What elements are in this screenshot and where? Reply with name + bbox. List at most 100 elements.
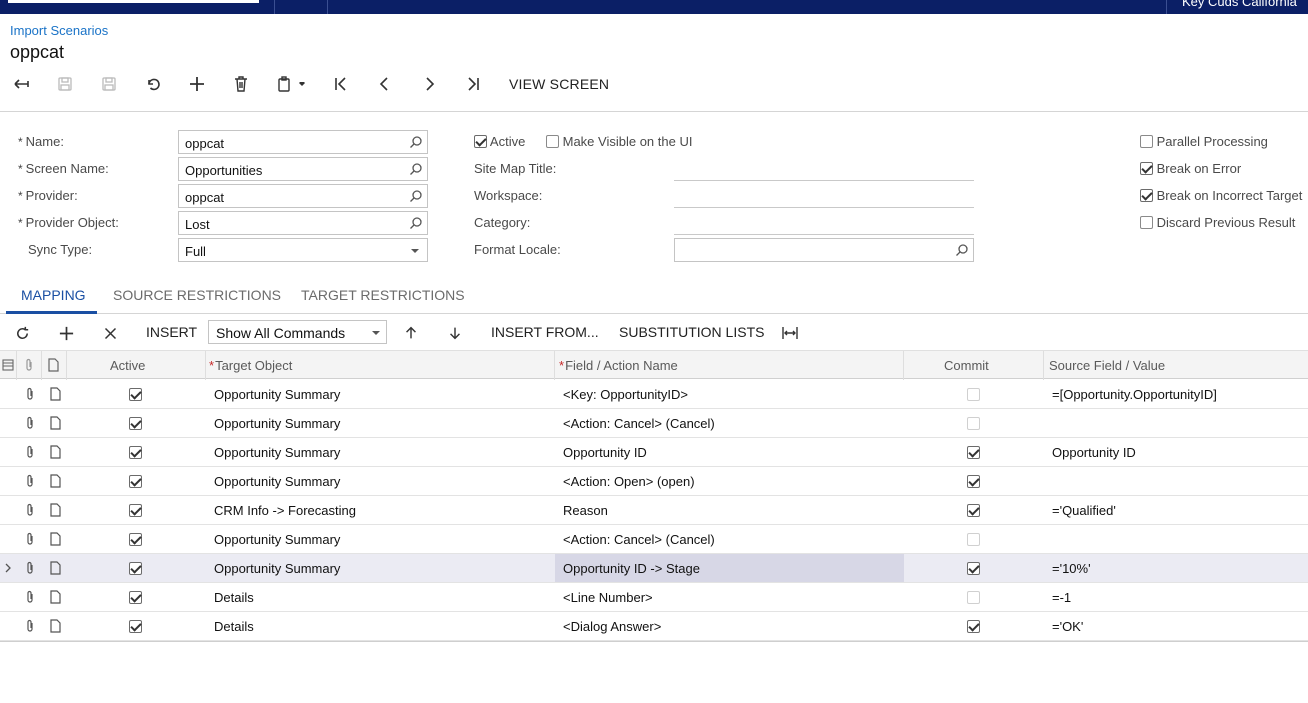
target-object-cell[interactable]: Opportunity Summary xyxy=(214,387,340,402)
note-icon[interactable] xyxy=(48,416,62,430)
attachment-icon[interactable] xyxy=(23,445,37,459)
checkbox[interactable] xyxy=(1140,135,1153,148)
next-icon[interactable] xyxy=(415,70,443,98)
active-checkbox[interactable] xyxy=(129,475,142,488)
source-field-value-cell[interactable]: =-1 xyxy=(1052,590,1071,605)
field-action-name-cell[interactable]: <Action: Open> (open) xyxy=(563,474,695,489)
field-action-name-cell[interactable]: <Action: Cancel> (Cancel) xyxy=(563,532,715,547)
refresh-icon[interactable] xyxy=(11,322,33,344)
move-down-icon[interactable] xyxy=(444,322,466,344)
insert-button[interactable]: INSERT xyxy=(146,324,197,340)
source-field-value-cell[interactable]: ='Qualified' xyxy=(1052,503,1116,518)
previous-icon[interactable] xyxy=(371,70,399,98)
add-icon[interactable] xyxy=(183,70,211,98)
attachment-icon[interactable] xyxy=(23,590,37,604)
note-icon[interactable] xyxy=(48,590,62,604)
target-object-cell[interactable]: CRM Info -> Forecasting xyxy=(214,503,356,518)
attachment-icon[interactable] xyxy=(23,387,37,401)
table-row[interactable]: Opportunity Summary Opportunity ID -> Sta… xyxy=(0,554,1308,583)
workspace-field[interactable] xyxy=(674,207,974,208)
active-checkbox[interactable] xyxy=(129,446,142,459)
source-field-value-cell[interactable]: ='OK' xyxy=(1052,619,1083,634)
delete-icon[interactable] xyxy=(227,70,255,98)
table-row[interactable]: CRM Info -> Forecasting Reason ='Qualified… xyxy=(0,496,1308,525)
source-field-value-cell[interactable]: ='10%' xyxy=(1052,561,1091,576)
table-row[interactable]: Opportunity Summary <Action: Cancel> (Can… xyxy=(0,525,1308,554)
save-icon[interactable] xyxy=(95,70,123,98)
column-header-commit[interactable]: Commit xyxy=(944,358,989,373)
substitution-lists-button[interactable]: SUBSTITUTION LISTS xyxy=(619,324,764,340)
view-screen-button[interactable]: VIEW SCREEN xyxy=(509,76,609,92)
format-locale-field[interactable] xyxy=(674,238,974,262)
note-icon[interactable] xyxy=(48,619,62,633)
column-header-source-field-value[interactable]: Source Field / Value xyxy=(1049,358,1165,373)
delete-row-icon[interactable] xyxy=(99,322,121,344)
table-row[interactable]: Opportunity Summary <Key: OpportunityID> =… xyxy=(0,380,1308,409)
provider-field[interactable]: oppcat xyxy=(178,184,428,208)
logo[interactable] xyxy=(8,0,259,3)
sync-type-select[interactable]: Full xyxy=(178,238,428,262)
checkbox[interactable] xyxy=(1140,189,1153,202)
field-action-name-cell[interactable]: <Key: OpportunityID> xyxy=(563,387,688,402)
tab-mapping[interactable]: MAPPING xyxy=(21,287,86,303)
note-icon[interactable] xyxy=(48,474,62,488)
commit-checkbox[interactable] xyxy=(967,533,980,546)
field-action-name-cell[interactable]: Reason xyxy=(563,503,608,518)
table-row[interactable]: Opportunity Summary <Action: Open> (open) xyxy=(0,467,1308,496)
active-checkbox[interactable]: Active xyxy=(474,134,525,149)
screen-name-field[interactable]: Opportunities xyxy=(178,157,428,181)
target-object-cell[interactable]: Opportunity Summary xyxy=(214,532,340,547)
note-icon[interactable] xyxy=(48,387,62,401)
category-field[interactable] xyxy=(674,234,974,235)
checkbox[interactable] xyxy=(1140,216,1153,229)
attachment-icon[interactable] xyxy=(23,619,37,633)
field-action-name-cell[interactable]: <Line Number> xyxy=(563,590,653,605)
commit-checkbox[interactable] xyxy=(967,591,980,604)
column-header-field-action-name[interactable]: *Field / Action Name xyxy=(559,358,678,373)
active-checkbox[interactable] xyxy=(129,562,142,575)
commit-checkbox[interactable] xyxy=(967,475,980,488)
commit-checkbox[interactable] xyxy=(967,562,980,575)
break-on-incorrect-target-checkbox[interactable]: Break on Incorrect Target xyxy=(1140,188,1302,203)
active-checkbox[interactable] xyxy=(129,388,142,401)
provider-object-field[interactable]: Lost xyxy=(178,211,428,235)
site-map-title-field[interactable] xyxy=(674,180,974,181)
active-checkbox[interactable] xyxy=(129,591,142,604)
breadcrumb[interactable]: Import Scenarios xyxy=(10,23,108,38)
make-visible-checkbox[interactable]: Make Visible on the UI xyxy=(546,134,692,149)
source-field-value-cell[interactable]: Opportunity ID xyxy=(1052,445,1136,460)
table-row[interactable]: Details <Line Number> =-1 xyxy=(0,583,1308,612)
source-field-value-cell[interactable]: =[Opportunity.OpportunityID] xyxy=(1052,387,1217,402)
attachment-icon[interactable] xyxy=(23,503,37,517)
checkbox[interactable] xyxy=(546,135,559,148)
add-row-icon[interactable] xyxy=(55,322,77,344)
break-on-error-checkbox[interactable]: Break on Error xyxy=(1140,161,1241,176)
commit-checkbox[interactable] xyxy=(967,620,980,633)
table-row[interactable]: Details <Dialog Answer> ='OK' xyxy=(0,612,1308,641)
attachment-icon[interactable] xyxy=(23,532,37,546)
undo-icon[interactable] xyxy=(139,70,167,98)
search-icon[interactable] xyxy=(409,162,423,176)
active-checkbox[interactable] xyxy=(129,620,142,633)
field-action-name-cell[interactable]: <Action: Cancel> (Cancel) xyxy=(563,416,715,431)
tab-target-restrictions[interactable]: TARGET RESTRICTIONS xyxy=(301,287,465,303)
discard-previous-result-checkbox[interactable]: Discard Previous Result xyxy=(1140,215,1295,230)
active-checkbox[interactable] xyxy=(129,533,142,546)
commit-checkbox[interactable] xyxy=(967,417,980,430)
first-icon[interactable] xyxy=(327,70,355,98)
attachment-icon[interactable] xyxy=(23,561,37,575)
parallel-processing-checkbox[interactable]: Parallel Processing xyxy=(1140,134,1268,149)
command-filter-select[interactable]: Show All Commands xyxy=(208,320,387,344)
back-icon[interactable] xyxy=(7,70,35,98)
target-object-cell[interactable]: Details xyxy=(214,619,254,634)
target-object-cell[interactable]: Opportunity Summary xyxy=(214,474,340,489)
attachment-icon[interactable] xyxy=(23,416,37,430)
target-object-cell[interactable]: Opportunity Summary xyxy=(214,561,340,576)
search-icon[interactable] xyxy=(955,243,969,257)
column-settings-icon[interactable] xyxy=(2,358,14,372)
table-row[interactable]: Opportunity Summary <Action: Cancel> (Can… xyxy=(0,409,1308,438)
target-object-cell[interactable]: Opportunity Summary xyxy=(214,416,340,431)
active-checkbox[interactable] xyxy=(129,417,142,430)
active-checkbox[interactable] xyxy=(129,504,142,517)
column-header-active[interactable]: Active xyxy=(110,358,145,373)
